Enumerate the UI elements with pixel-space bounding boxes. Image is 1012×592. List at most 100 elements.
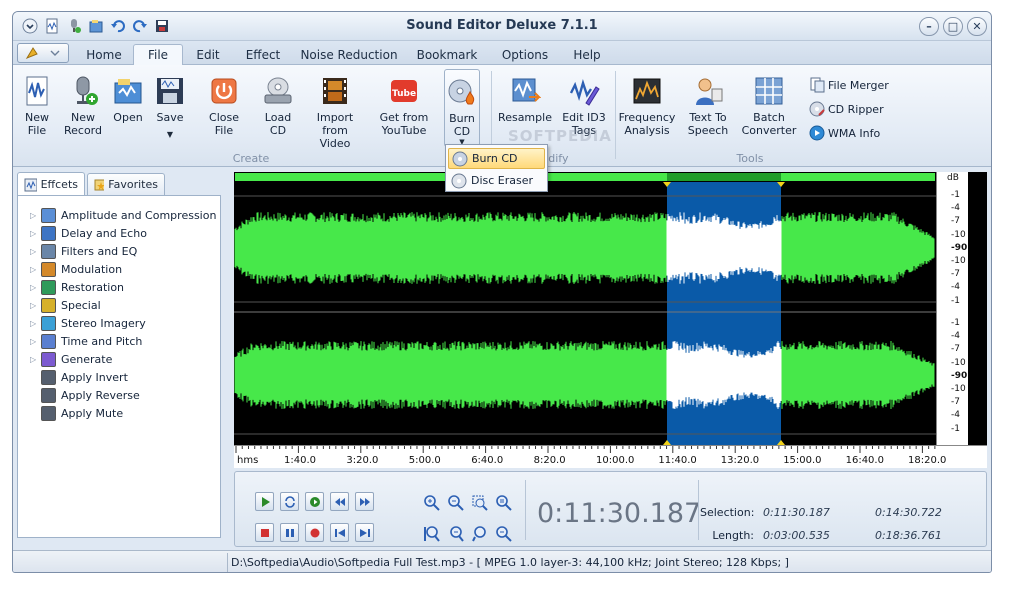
tab-effects[interactable]: Effcets	[17, 172, 85, 196]
zoom-out-icon	[448, 495, 464, 511]
expand-arrow-icon[interactable]: ▷	[30, 319, 38, 328]
menu-item-disc-eraser[interactable]: Disc Eraser	[448, 170, 545, 191]
zoom-right-button[interactable]	[493, 523, 515, 545]
effect-item[interactable]: ▷ Special	[30, 296, 101, 314]
save-button[interactable]: Save ▼	[153, 69, 187, 153]
loop-icon	[284, 495, 295, 508]
burn-cd-button[interactable]: Burn CD ▼	[444, 69, 480, 147]
go-to-end-button[interactable]	[355, 523, 374, 542]
maximize-button[interactable]: □	[943, 17, 963, 36]
zoom-out-button[interactable]	[445, 492, 467, 514]
expand-arrow-icon[interactable]: ▷	[30, 229, 38, 238]
tab-favorites[interactable]: Favorites	[87, 173, 165, 195]
db-tick-label: -7	[951, 344, 960, 355]
get-from-youtube-button[interactable]: Tube Get from YouTube	[377, 69, 431, 153]
effect-item[interactable]: Apply Mute	[30, 404, 123, 422]
expand-arrow-icon[interactable]: ▷	[30, 355, 38, 364]
effect-item[interactable]: Apply Reverse	[30, 386, 140, 404]
open-button[interactable]: Open	[111, 69, 145, 153]
zoom-vertical-in-button[interactable]	[421, 523, 443, 545]
minimize-button[interactable]: –	[919, 17, 939, 36]
play-button[interactable]	[255, 492, 274, 511]
effect-label: Amplitude and Compression	[61, 208, 217, 222]
text-to-speech-button[interactable]: Text To Speech	[683, 69, 733, 153]
effect-label: Restoration	[61, 280, 125, 294]
db-tick-label: -1	[951, 318, 960, 328]
expand-arrow-icon[interactable]: ▷	[30, 211, 38, 220]
ruler-ticks	[235, 446, 936, 453]
rewind-button[interactable]	[330, 492, 349, 511]
expand-arrow-icon[interactable]: ▷	[30, 265, 38, 274]
effect-item[interactable]: ▷ Delay and Echo	[30, 224, 147, 242]
zoom-full-button[interactable]	[493, 492, 515, 514]
expand-arrow-icon[interactable]: ▷	[30, 337, 38, 346]
db-tick-label: -4	[951, 331, 960, 342]
frequency-analysis-icon	[633, 78, 661, 104]
close-file-button[interactable]: Close File	[205, 69, 243, 153]
expand-arrow-icon[interactable]: ▷	[30, 247, 38, 256]
tab-edit[interactable]: Edit	[185, 44, 231, 65]
go-to-start-button[interactable]	[330, 523, 349, 542]
db-tick-label: -10	[951, 256, 966, 266]
effect-item[interactable]: ▷ Filters and EQ	[30, 242, 137, 260]
film-strip-icon	[323, 78, 347, 104]
app-menu-button[interactable]	[17, 43, 69, 63]
cd-ripper-button[interactable]: CD Ripper	[809, 99, 884, 119]
status-divider	[227, 553, 228, 572]
new-record-button[interactable]: New Record	[61, 69, 105, 153]
time-tick-label: 8:20.0	[533, 455, 566, 466]
zoom-vertical-out-button[interactable]	[445, 523, 467, 545]
effect-label: Apply Mute	[61, 406, 124, 420]
load-cd-button[interactable]: Load CD	[259, 69, 297, 153]
tab-file[interactable]: File	[133, 44, 183, 65]
wma-info-button[interactable]: WMA Info	[809, 123, 880, 143]
cd-drive-icon	[264, 77, 292, 104]
effect-item[interactable]: ▷ Modulation	[30, 260, 122, 278]
effect-icon	[41, 369, 56, 385]
record-button[interactable]	[305, 523, 324, 542]
time-tick-label: 13:20.0	[720, 455, 760, 466]
zoom-selection-button[interactable]	[469, 492, 491, 514]
close-window-button[interactable]: ✕	[967, 17, 987, 36]
tab-help[interactable]: Help	[565, 44, 609, 65]
file-merger-button[interactable]: File Merger	[809, 75, 889, 95]
burn-cd-menu: Burn CD Disc Eraser	[445, 144, 548, 192]
effect-item[interactable]: ▷ Generate	[30, 350, 112, 368]
edit-tags-icon	[569, 78, 600, 106]
stop-button[interactable]	[255, 523, 274, 542]
save-dropdown-arrow-icon[interactable]: ▼	[167, 130, 173, 139]
effect-item[interactable]: ▷ Restoration	[30, 278, 124, 296]
expand-arrow-icon[interactable]: ▷	[30, 301, 38, 310]
selection-start-value: 0:11:30.187	[763, 506, 830, 519]
tab-effect[interactable]: Effect	[235, 44, 291, 65]
tab-options[interactable]: Options	[495, 44, 555, 65]
batch-converter-button[interactable]: Batch Converter	[741, 69, 797, 153]
tab-noise-reduction[interactable]: Noise Reduction	[297, 44, 401, 65]
file-merger-icon	[810, 77, 825, 93]
db-tick-label: -1	[951, 295, 960, 306]
speaking-person-icon	[696, 78, 723, 105]
effect-item[interactable]: ▷ Stereo Imagery	[30, 314, 146, 332]
loop-button[interactable]	[280, 492, 299, 511]
import-from-video-button[interactable]: Import from Video	[303, 69, 367, 153]
play-selection-button[interactable]	[305, 492, 324, 511]
zoom-in-button[interactable]	[421, 492, 443, 514]
expand-arrow-icon[interactable]: ▷	[30, 283, 38, 292]
tab-home[interactable]: Home	[77, 44, 131, 65]
frequency-analysis-button[interactable]: Frequency Analysis	[619, 69, 675, 153]
status-bar: D:\Softpedia\Audio\Softpedia Full Test.m…	[13, 550, 991, 572]
effect-item[interactable]: Apply Invert	[30, 368, 128, 386]
menu-item-burn-cd[interactable]: Burn CD	[448, 148, 545, 169]
effect-item[interactable]: ▷ Time and Pitch	[30, 332, 142, 350]
time-tick-label: 16:40.0	[845, 455, 884, 466]
zoom-left-button[interactable]	[469, 523, 491, 545]
effect-item[interactable]: ▷ Amplitude and Compression	[30, 206, 216, 224]
new-file-button[interactable]: New File	[19, 69, 55, 153]
time-tick-label: 15:00.0	[783, 455, 822, 466]
fast-forward-button[interactable]	[355, 492, 374, 511]
waveform-canvas[interactable]	[234, 172, 936, 445]
tab-bookmark[interactable]: Bookmark	[411, 44, 483, 65]
waveform-view[interactable]: dB -1 -4 -7 -10 -90 -10 -7 -4 -1 -1 -4 -7 -10 -90 -10 -7…	[234, 172, 987, 468]
time-ruler[interactable]: hms 1:40.0 3:20.0 5:00.0 6:40.0 8:20.0 10:00.0…	[234, 445, 987, 468]
pause-button[interactable]	[280, 523, 299, 542]
